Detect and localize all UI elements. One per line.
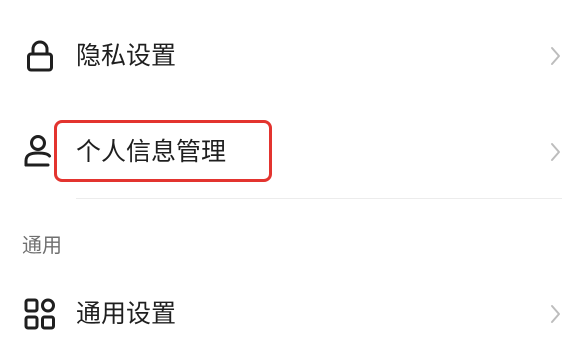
highlight-box — [54, 120, 272, 182]
section-header-general: 通用 — [22, 233, 62, 257]
settings-screen: 隐私设置 个人信息管理 通用 通用设置 — [0, 0, 562, 356]
person-icon — [24, 135, 51, 167]
chevron-right-icon — [551, 143, 560, 161]
chevron-right-icon — [551, 305, 560, 323]
grid-icon — [24, 298, 55, 330]
general-settings-label: 通用设置 — [76, 299, 177, 328]
privacy-settings-label: 隐私设置 — [76, 41, 177, 70]
privacy-settings-row[interactable]: 隐私设置 — [0, 8, 562, 104]
lock-icon — [27, 40, 53, 72]
chevron-right-icon — [551, 47, 560, 65]
divider — [76, 198, 562, 199]
general-settings-row[interactable]: 通用设置 — [0, 268, 562, 356]
